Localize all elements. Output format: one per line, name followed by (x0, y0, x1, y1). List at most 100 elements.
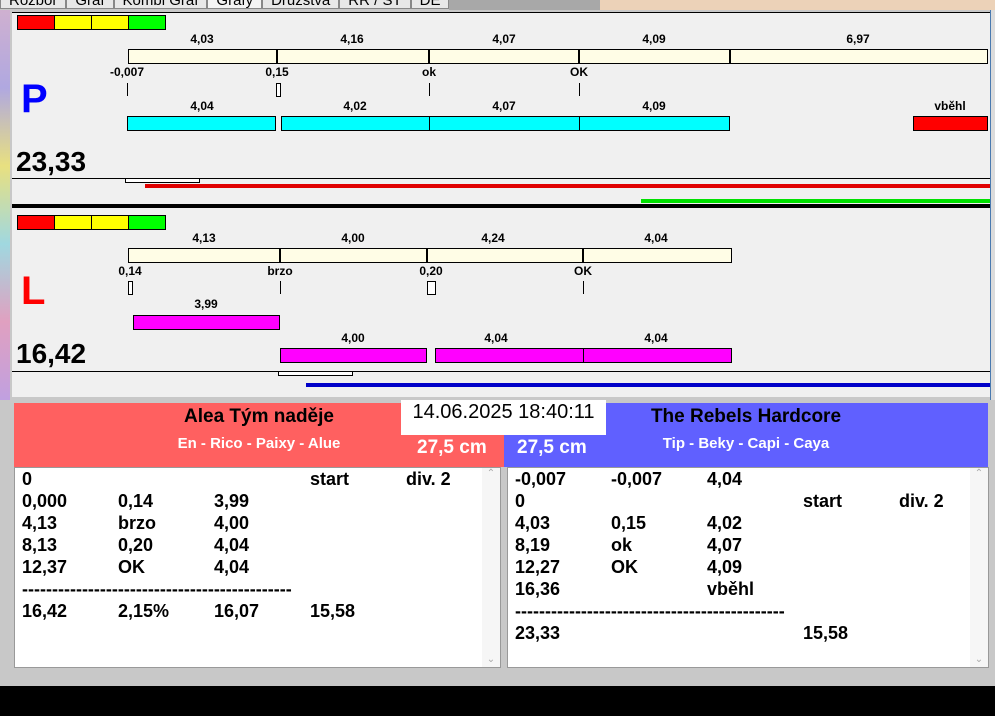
list-cell: 8,19 (515, 535, 551, 555)
list-cell: 23,33 (515, 623, 561, 643)
tab-kombi-graf[interactable]: Kombi Graf (113, 0, 208, 9)
p-sub-label: ok (421, 65, 437, 79)
status-block-red (17, 215, 55, 230)
p-top-label: 6,97 (846, 32, 870, 46)
p-cyan-bar (127, 116, 276, 131)
scrollbar[interactable]: ⌃ ⌄ (482, 468, 500, 667)
tick (583, 281, 584, 294)
p-cyan-bar (281, 116, 430, 131)
list-cell: 4,03 (515, 513, 551, 533)
list-cell: 15,58 (310, 601, 356, 621)
tick (280, 281, 281, 294)
top-bar (600, 0, 995, 10)
chevron-up-icon[interactable]: ⌃ (970, 468, 988, 479)
list-cell: ok (611, 535, 633, 555)
tab-de[interactable]: DE (410, 0, 450, 9)
p-sub-label: OK (570, 65, 588, 79)
left-team-list[interactable]: 0 start div. 2 0,000 0,14 3,99 4,13 brzo 4,00 8,1… (14, 467, 501, 668)
chevron-down-icon[interactable]: ⌄ (970, 654, 988, 665)
l-top-label: 4,24 (481, 231, 505, 245)
tab-druzstva[interactable]: Družstva (262, 0, 340, 9)
list-cell: 0 (515, 491, 526, 511)
status-block-yellow (91, 15, 129, 30)
status-block-yellow (54, 15, 92, 30)
datetime-display: 14.06.2025 18:40:11 (401, 400, 606, 435)
l-bar-label: 3,99 (194, 297, 218, 311)
bar-divider (279, 248, 281, 263)
list-cell: 4,00 (214, 513, 250, 533)
l-bar-label: 4,04 (644, 331, 668, 345)
p-sub-label: 0,15 (265, 65, 289, 79)
list-cell: OK (611, 557, 638, 577)
l-top-label: 4,04 (644, 231, 668, 245)
tick-box (276, 83, 281, 97)
list-cell: ----------------------------------------… (515, 601, 785, 621)
p-bar-label: 4,09 (642, 99, 666, 113)
l-sub-label: brzo (267, 264, 293, 278)
l-magenta-bar (133, 315, 280, 330)
p-progress-line (145, 184, 990, 188)
tab-rozbor[interactable]: Rozbor (0, 0, 67, 9)
bar-divider (428, 49, 430, 64)
l-score: 16,42 (16, 338, 87, 369)
tab-rr-st[interactable]: RR / ST (339, 0, 411, 9)
tab-grafy[interactable]: Grafy (207, 0, 263, 9)
list-cell: brzo (118, 513, 156, 533)
l-cream-bar (128, 248, 732, 263)
p-red-bar (913, 116, 988, 131)
lane-letter-l: L (21, 269, 46, 313)
p-cyan-bar (579, 116, 730, 131)
list-cell: 16,42 (22, 601, 68, 621)
p-cyan-bar (429, 116, 580, 131)
chevron-up-icon[interactable]: ⌃ (482, 468, 500, 479)
list-cell: 4,04 (214, 557, 250, 577)
chevron-down-icon[interactable]: ⌄ (482, 654, 500, 665)
list-cell: ----------------------------------------… (22, 579, 292, 599)
lane-letter-p: P (21, 77, 48, 121)
tab-graf[interactable]: Graf (66, 0, 114, 9)
tick (429, 83, 430, 96)
list-cell: 16,07 (214, 601, 260, 621)
p-sub-label: -0,007 (109, 65, 145, 79)
l-top-label: 4,13 (192, 231, 216, 245)
l-sub-label: 0,14 (118, 264, 142, 278)
p-cream-bar (128, 49, 988, 64)
list-cell: 4,04 (707, 469, 743, 489)
right-team-size: 27,5 cm (517, 437, 587, 458)
p-top-label: 4,03 (190, 32, 214, 46)
bar-divider (276, 49, 278, 64)
list-cell: -0,007 (611, 469, 663, 489)
p-bar-label: 4,04 (190, 99, 214, 113)
list-cell: 8,13 (22, 535, 58, 555)
list-cell: start (803, 491, 843, 511)
list-cell: div. 2 (406, 469, 451, 489)
list-cell: 0 (22, 469, 33, 489)
l-magenta-bar (583, 348, 732, 363)
status-block-green (128, 215, 166, 230)
list-cell: -0,007 (515, 469, 567, 489)
p-top-label: 4,16 (340, 32, 364, 46)
l-sub-label: 0,20 (419, 264, 443, 278)
l-bar-label: 4,00 (341, 331, 365, 345)
marker-box (278, 371, 353, 376)
list-cell: start (310, 469, 350, 489)
scrollbar[interactable]: ⌃ ⌄ (970, 468, 988, 667)
left-border-strip (0, 10, 10, 400)
right-team-list[interactable]: -0,007 -0,007 4,04 0 start div. 2 4,03 0,15 4,02… (507, 467, 989, 668)
list-cell: 12,37 (22, 557, 68, 577)
tab-strip: Rozbor Graf Kombi Graf Grafy Družstva RR… (0, 0, 600, 10)
p-bar-label: vběhl (934, 99, 966, 113)
p-bar-label: 4,07 (492, 99, 516, 113)
list-cell: 4,02 (707, 513, 743, 533)
l-progress-line (306, 383, 990, 387)
p-bar-label: 4,02 (343, 99, 367, 113)
list-cell: 16,36 (515, 579, 561, 599)
p-score: 23,33 (16, 146, 87, 177)
status-block-yellow (54, 215, 92, 230)
list-cell: 15,58 (803, 623, 849, 643)
l-bar-label: 4,04 (484, 331, 508, 345)
tick-box (427, 281, 436, 295)
list-cell: 0,15 (611, 513, 647, 533)
list-cell: 2,15% (118, 601, 170, 621)
list-cell: div. 2 (899, 491, 944, 511)
